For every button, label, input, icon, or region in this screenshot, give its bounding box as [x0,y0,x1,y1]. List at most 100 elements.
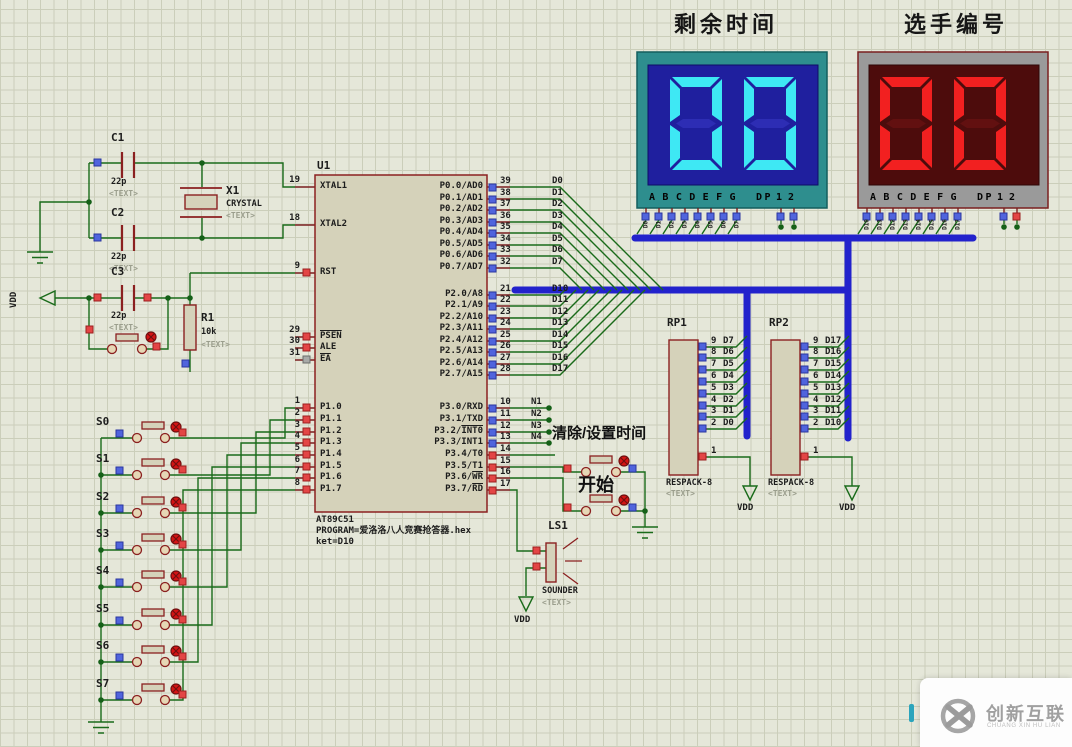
net-label: D17 [552,364,569,374]
c1-text-placeholder: <TEXT> [109,189,138,198]
r1-value: 10k [201,327,217,337]
c2-ref: C2 [111,206,125,219]
r1-text-placeholder: <TEXT> [201,340,230,349]
button-s3 [131,533,171,556]
pin-num: 32 [500,257,511,267]
c3-ref: C3 [111,265,125,278]
net-label: N1 [531,397,542,407]
button-s2 [131,496,171,519]
pin-num: 29 [289,325,300,335]
pin-num: 26 [500,341,511,351]
pin-name: P0.2/AD2 [439,204,483,214]
button-s1 [131,458,171,481]
pin-name: P1.4 [320,449,342,459]
pin-num: 31 [289,348,300,358]
pin-name: P2.0/A8 [445,289,483,299]
display-time-legend: ABCDEFG [649,192,743,203]
rp2-pin: 4 [813,395,819,405]
pin-name: P2.2/A10 [439,312,483,322]
rp1-pin: 5 [711,383,717,393]
disp1-pin-label: D1 [655,220,663,229]
pin-name: P1.6 [320,472,342,482]
pin-name: P2.1/A9 [445,300,483,310]
pin-name: RST [320,267,337,277]
rp2-body[interactable] [770,339,801,476]
pin-name: EA [320,354,331,364]
pin-num: 5 [294,443,300,453]
key-label-s6: S6 [96,639,110,652]
pin-name: XTAL1 [320,181,348,191]
wires [39,162,1018,722]
logic-state-squares-float [302,355,311,364]
rp1-net: D5 [723,359,734,369]
display-time[interactable]: 00 [636,51,828,209]
button-start [580,494,622,517]
pin-num: 23 [500,307,511,317]
resistor-r1[interactable] [183,304,197,351]
display-player[interactable]: 00 [857,51,1049,209]
pin-name: P3.0/RXD [439,402,483,412]
rp2-pin: 5 [813,383,819,393]
pin-name: P3.7/RD [445,484,483,494]
crystal-x1[interactable] [180,187,222,218]
pin-name: P1.0 [320,402,342,412]
rp2-pin: 7 [813,359,819,369]
key-label-s5: S5 [96,602,110,615]
net-label: D3 [552,211,563,221]
pin-name: P1.1 [320,414,342,424]
pin-num: 36 [500,211,511,221]
rp2-pin: 6 [813,371,819,381]
key-label-s2: S2 [96,490,110,503]
pin-num: 21 [500,284,511,294]
capacitor-c3[interactable] [120,285,136,311]
rp1-pin: 9 [711,336,717,346]
pin-name: XTAL2 [320,219,348,229]
disp2-pin-label: D13 [902,219,910,230]
title-remaining-time: 剩余时间 [674,12,779,37]
pin-num: 25 [500,330,511,340]
capacitor-c2[interactable] [120,225,136,251]
button-reset [106,333,148,355]
pin-name: P3.4/T0 [445,449,483,459]
watermark-accent [909,704,914,722]
pin-num: 9 [294,261,300,271]
rp1-body[interactable] [668,339,699,476]
rp1-net: D6 [723,347,734,357]
rp2-net: D14 [825,371,842,381]
rp2-pin: 2 [813,418,819,428]
pin-num: 22 [500,295,511,305]
pin-num: 19 [289,175,300,185]
u1-part: AT89C51 [316,515,354,525]
c1-value: 22p [111,177,127,187]
net-label: D1 [552,188,563,198]
disp1-pin-label: D6 [720,220,728,229]
disp2-pin-label: D17 [954,219,962,230]
rp2-pin: 8 [813,347,819,357]
pin-name: P3.5/T1 [445,461,483,471]
u1-program: PROGRAM=爱洛洛八人竞赛抢答器.hex [316,526,472,536]
watermark: 创新互联 CHUANG XIN HU LIAN [920,678,1072,747]
pin-num: 14 [500,444,511,454]
rp2-pin: 9 [813,336,819,346]
net-label: D15 [552,341,569,351]
pin-name: P3.1/TXD [439,414,483,424]
rp1-pin: 6 [711,371,717,381]
pin-num: 11 [500,409,511,419]
pin-name: P0.7/AD7 [439,262,483,272]
capacitor-c1[interactable] [120,152,136,178]
net-label: D13 [552,318,569,328]
key-label-s4: S4 [96,564,110,577]
disp1-pin-label: D5 [707,220,715,229]
pin-num: 3 [294,420,300,430]
disp2-pin-label: D15 [928,219,936,230]
sounder-ls1[interactable] [545,537,582,585]
disp2-pin-label: D10 [863,219,871,230]
pin-name: P1.5 [320,461,342,471]
rp2-net: D11 [825,406,842,416]
button-s0 [131,421,171,444]
net-label: D10 [552,284,569,294]
c2-value: 22p [111,252,127,262]
display-time-dp-label: DP [756,192,774,203]
pin-name: P2.7/A15 [439,369,483,379]
ls1-ref: LS1 [548,519,568,532]
